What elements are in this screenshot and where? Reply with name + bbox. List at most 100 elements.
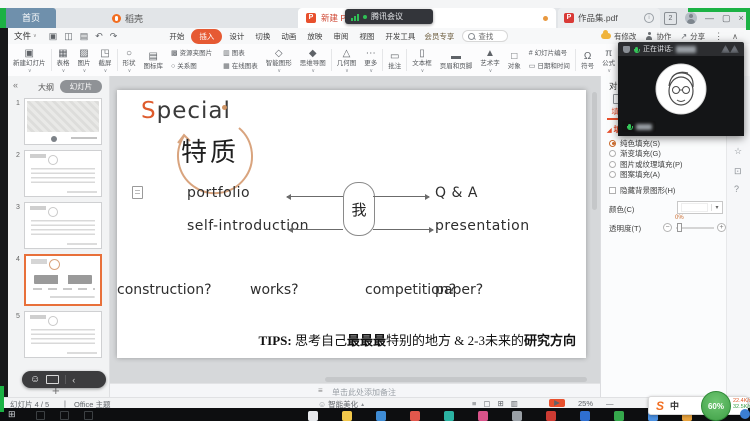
- hide-background-checkbox[interactable]: 隐藏背景图形(H): [609, 185, 675, 196]
- zoom-level[interactable]: 25%: [578, 399, 593, 408]
- taskbar-app-icon[interactable]: [478, 411, 488, 421]
- transparency-decrease-button[interactable]: −: [663, 223, 672, 232]
- ribbon-button[interactable]: [50, 49, 52, 71]
- tray-app-icon[interactable]: [740, 409, 750, 419]
- ribbon-button[interactable]: ▯ 文本框 ∨: [409, 47, 435, 74]
- taskbar-app-icon[interactable]: [308, 411, 318, 421]
- taskbar-app-icon[interactable]: [410, 411, 420, 421]
- taskbar-app-icon[interactable]: [376, 411, 386, 421]
- outline-view-toggle[interactable]: 大纲: [38, 82, 54, 93]
- question-label[interactable]: works?: [250, 282, 299, 298]
- tips-text[interactable]: TIPS: 思考自己最最最特别的地方 & 2-3未来的研究方向: [259, 330, 576, 349]
- meeting-video-area[interactable]: [618, 56, 744, 136]
- slide-canvas[interactable]: Special 特质 portfolio self-introduction Q…: [117, 90, 586, 358]
- taskbar-icon[interactable]: [36, 411, 45, 420]
- collapse-chevron-icon[interactable]: ‹: [72, 375, 75, 385]
- zoom-out-button[interactable]: —: [606, 399, 614, 408]
- taskbar-icon[interactable]: [60, 411, 69, 420]
- question-label[interactable]: paper?: [435, 282, 483, 298]
- view-mode-button[interactable]: ⊞: [497, 399, 503, 408]
- color-dropdown[interactable]: ▾: [677, 201, 723, 214]
- taskbar-app-icon[interactable]: [580, 411, 590, 421]
- ribbon-tab[interactable]: 开始: [165, 30, 188, 43]
- sync-status-button[interactable]: 有修改: [600, 30, 636, 42]
- view-mode-button[interactable]: ▢: [483, 399, 490, 408]
- quick-action-icon[interactable]: ↶: [95, 29, 103, 43]
- help-icon[interactable]: ?: [734, 184, 739, 194]
- search-input[interactable]: 查找: [462, 30, 509, 42]
- ribbon-tab[interactable]: 审阅: [329, 30, 352, 43]
- taskbar-app-icon[interactable]: [512, 411, 522, 421]
- ribbon-button[interactable]: [406, 49, 408, 71]
- meeting-overlay-header[interactable]: 正在讲话:: [618, 42, 744, 56]
- slides-view-toggle[interactable]: 幻灯片: [60, 80, 102, 93]
- vip-menu[interactable]: 会员专享: [424, 31, 454, 42]
- ribbon-button[interactable]: ◇ 智能图形 ∨: [263, 47, 295, 74]
- ribbon-button[interactable]: [382, 49, 384, 71]
- ribbon-button[interactable]: ▨ 图片 ∨: [75, 47, 94, 74]
- tab-docer[interactable]: 稻壳: [112, 8, 143, 28]
- slide-thumbnail[interactable]: 3: [12, 202, 102, 249]
- taskbar-icon[interactable]: [84, 411, 93, 420]
- slide-title-chinese[interactable]: 特质: [181, 132, 239, 169]
- memory-speedup-ball[interactable]: 60%: [701, 391, 731, 421]
- meeting-reaction-bar[interactable]: ☺ ‹: [22, 371, 106, 388]
- ribbon-button[interactable]: [330, 49, 332, 71]
- view-mode-button[interactable]: ≡: [472, 399, 476, 408]
- slide-thumbnail[interactable]: 5: [12, 311, 102, 358]
- more-options-button[interactable]: ⋮: [714, 31, 723, 42]
- fill-option-radio[interactable]: 渐变填充(G): [609, 149, 683, 160]
- bottom-question-row[interactable]: works? competition? paper? construction?: [117, 282, 586, 298]
- taskbar-app-icon[interactable]: [342, 411, 352, 421]
- slide-thumbnail[interactable]: 2: [12, 150, 102, 197]
- ribbon-button[interactable]: ◳ 截屏 ∨: [96, 47, 115, 74]
- expand-panel-icon[interactable]: ⊡: [734, 166, 742, 177]
- chinese-mode-indicator[interactable]: 中: [670, 399, 679, 412]
- collapse-panel-button[interactable]: «: [13, 80, 18, 90]
- close-button[interactable]: ×: [739, 10, 744, 26]
- ribbon-tab[interactable]: 插入: [191, 28, 223, 44]
- ribbon-tab[interactable]: 切换: [251, 30, 274, 43]
- transparency-slider-knob[interactable]: [677, 223, 682, 232]
- ribbon-button[interactable]: ▩ 资源夹图片 ○ 关系图: [168, 48, 218, 72]
- quick-action-icon[interactable]: ▤: [80, 29, 89, 43]
- tab-pdf-document[interactable]: P 作品集.pdf i: [558, 8, 660, 28]
- diagram-center-node[interactable]: 我: [343, 182, 375, 236]
- diagram-label-presentation[interactable]: presentation: [435, 218, 530, 234]
- ribbon-button[interactable]: ▣ 新建幻灯片 ∨: [10, 47, 49, 74]
- ribbon-button[interactable]: ▲ 艺术字 ∨: [477, 47, 503, 74]
- ribbon-button[interactable]: Ω 符号: [578, 50, 597, 71]
- file-menu[interactable]: 文件 ∨: [14, 30, 37, 42]
- slideshow-play-button[interactable]: ▶: [549, 399, 565, 407]
- start-button[interactable]: ⊞: [8, 409, 16, 420]
- fill-option-radio[interactable]: 图片或纹理填充(P): [609, 159, 683, 170]
- ribbon-button[interactable]: π 公式 ∨: [599, 47, 616, 74]
- ribbon-tab[interactable]: 设计: [225, 30, 248, 43]
- fill-option-radio[interactable]: 图案填充(A): [609, 170, 683, 181]
- ribbon-tab[interactable]: 放映: [303, 30, 326, 43]
- collaborator-count-badge[interactable]: 2: [664, 11, 677, 25]
- ribbon-button[interactable]: △ 几何图 ∨: [334, 47, 360, 74]
- ribbon-button[interactable]: ▭ 批注: [385, 50, 404, 71]
- fill-option-radio[interactable]: 纯色填充(S): [609, 138, 683, 149]
- ribbon-button[interactable]: # 幻灯片编号 ▭ 日期和时间: [526, 48, 573, 72]
- tab-home[interactable]: 首页: [6, 8, 56, 28]
- ribbon-button[interactable]: ▬ 页眉和页脚: [437, 50, 476, 71]
- share-button[interactable]: ↗ 分享: [680, 31, 705, 42]
- transparency-increase-button[interactable]: +: [717, 223, 726, 232]
- ribbon-button[interactable]: ▥ 图表 ▦ 在线图表: [220, 48, 261, 72]
- taskbar-app-icon[interactable]: [546, 411, 556, 421]
- slide-thumbnail[interactable]: 4: [12, 254, 102, 306]
- maximize-button[interactable]: ▢: [722, 10, 731, 26]
- meeting-video-overlay[interactable]: 正在讲话:: [618, 42, 744, 136]
- ribbon-button[interactable]: ○ 形状 ∨: [120, 47, 139, 74]
- diagram-label-qa[interactable]: Q & A: [435, 185, 478, 201]
- taskbar-app-icon[interactable]: [444, 411, 454, 421]
- quick-action-icon[interactable]: ▣: [49, 29, 58, 43]
- notes-bar[interactable]: ≡ 单击此处添加备注: [110, 383, 600, 397]
- slide-thumbnail[interactable]: 1: [12, 98, 102, 145]
- ribbon-button[interactable]: [116, 49, 118, 71]
- view-mode-button[interactable]: ▥: [511, 399, 518, 408]
- vertical-scrollbar[interactable]: [592, 92, 597, 210]
- ribbon-tab[interactable]: 开发工具: [381, 30, 419, 43]
